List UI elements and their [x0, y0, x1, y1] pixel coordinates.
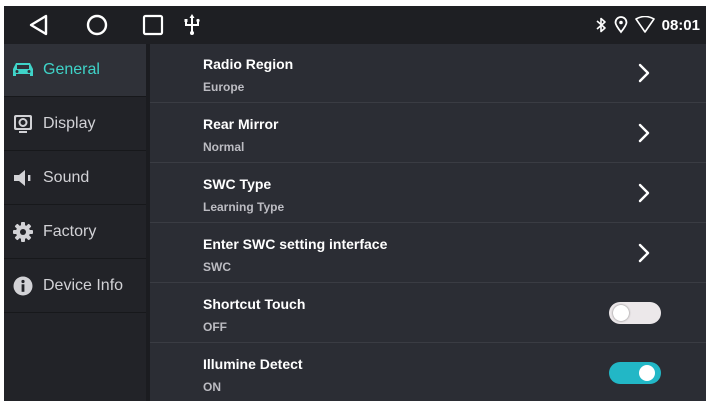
illumine-detect-toggle[interactable]	[609, 362, 661, 384]
recents-icon[interactable]	[141, 13, 165, 37]
status-bar: 08:01	[4, 6, 706, 44]
setting-title: Enter SWC setting interface	[203, 236, 388, 252]
home-icon[interactable]	[85, 13, 109, 37]
display-icon	[12, 113, 34, 135]
sidebar-item-label: Factory	[43, 223, 97, 240]
setting-value: Learning Type	[203, 200, 285, 214]
setting-value: SWC	[203, 260, 231, 274]
gear-icon	[12, 221, 34, 243]
status-indicators: 08:01	[595, 14, 700, 36]
toggle-knob	[613, 305, 629, 321]
sidebar-item-display[interactable]: Display	[4, 98, 146, 151]
setting-title: Radio Region	[203, 56, 294, 72]
car-icon	[12, 59, 34, 81]
setting-row-swc-type[interactable]: SWC Type Learning Type	[150, 164, 706, 223]
sidebar-item-sound[interactable]: Sound	[4, 152, 146, 205]
sidebar-item-device-info[interactable]: Device Info	[4, 260, 146, 313]
toggle-knob	[639, 365, 655, 381]
sidebar-item-factory[interactable]: Factory	[4, 206, 146, 259]
setting-value: ON	[203, 380, 221, 394]
settings-screen: 08:01 General Display Sound Factory Devi…	[4, 6, 706, 401]
speaker-icon	[12, 167, 34, 189]
setting-value: Europe	[203, 80, 245, 94]
sidebar-item-label: Display	[43, 115, 96, 132]
sidebar-item-general[interactable]: General	[4, 44, 146, 97]
setting-title: SWC Type	[203, 176, 272, 192]
sidebar-item-label: Device Info	[43, 277, 124, 294]
chevron-right-icon[interactable]	[636, 62, 652, 84]
setting-title: Rear Mirror	[203, 116, 279, 132]
sidebar-item-label: General	[43, 61, 100, 78]
usb-icon	[184, 14, 200, 35]
setting-row-rear-mirror[interactable]: Rear Mirror Normal	[150, 104, 706, 163]
wifi-icon	[634, 16, 655, 33]
setting-value: Normal	[203, 140, 245, 154]
settings-sidebar: General Display Sound Factory Device Inf…	[4, 44, 146, 401]
setting-title: Illumine Detect	[203, 356, 303, 372]
shortcut-touch-toggle[interactable]	[609, 302, 661, 324]
chevron-right-icon[interactable]	[636, 182, 652, 204]
info-icon	[12, 275, 34, 297]
setting-row-illumine-detect[interactable]: Illumine Detect ON	[150, 344, 706, 401]
sidebar-item-label: Sound	[43, 169, 90, 186]
setting-row-swc-interface[interactable]: Enter SWC setting interface SWC	[150, 224, 706, 283]
setting-row-radio-region[interactable]: Radio Region Europe	[150, 44, 706, 103]
chevron-right-icon[interactable]	[636, 242, 652, 264]
chevron-right-icon[interactable]	[636, 122, 652, 144]
settings-list: Radio Region Europe Rear Mirror Normal S…	[150, 44, 706, 401]
setting-title: Shortcut Touch	[203, 296, 306, 312]
setting-row-shortcut-touch[interactable]: Shortcut Touch OFF	[150, 284, 706, 343]
bluetooth-icon	[596, 17, 606, 33]
back-icon[interactable]	[27, 13, 51, 37]
setting-value: OFF	[203, 320, 227, 334]
clock: 08:01	[661, 16, 700, 34]
location-icon	[614, 16, 628, 34]
